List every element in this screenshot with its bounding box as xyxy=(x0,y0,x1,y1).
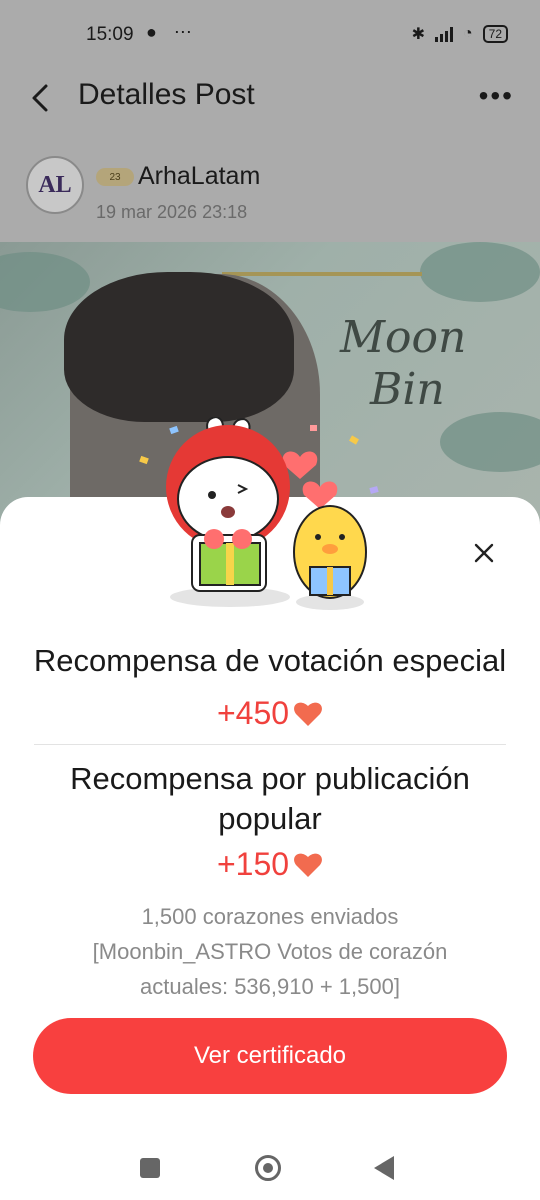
avatar[interactable]: AL xyxy=(26,156,84,214)
view-certificate-button[interactable]: Ver certificado xyxy=(33,1018,507,1094)
gold-line-decoration xyxy=(222,272,422,276)
leaf-decoration xyxy=(0,252,90,312)
app-header: Detalles Post ••• xyxy=(0,70,540,130)
post-date: 19 mar 2026 23:18 xyxy=(96,202,248,222)
signal-icon xyxy=(434,26,453,42)
post-author: AL 23 ArhaLatam 19 mar 2026 23:18 xyxy=(0,150,540,230)
heart-icon xyxy=(294,853,322,877)
special-vote-reward-title: Recompensa de votación especial xyxy=(33,643,507,678)
notification-icons: ● ⋯ xyxy=(146,22,198,42)
popular-post-title-line-1: Recompensa por publicación xyxy=(70,761,470,796)
popular-post-reward-amount: +150 xyxy=(0,846,540,883)
battery-icon: 72 xyxy=(482,25,508,43)
rank-badge: 23 xyxy=(96,168,134,186)
image-script-text: Moon Bin xyxy=(340,312,466,416)
script-line-2: Bin xyxy=(370,364,445,415)
info-line-3: actuales: 536,910 + 1,500] xyxy=(140,974,400,999)
status-indicators: ✱ ◔ 72 xyxy=(412,24,508,44)
reward-amount-value: +150 xyxy=(216,846,290,882)
more-dots-icon[interactable]: ••• xyxy=(479,80,514,112)
recents-icon[interactable] xyxy=(140,1158,160,1178)
special-vote-reward-amount: +450 xyxy=(0,695,540,732)
popular-post-reward-title: Recompensa por publicación popular xyxy=(0,759,540,839)
page-title: Detalles Post xyxy=(78,78,255,111)
system-nav-bar xyxy=(0,1130,540,1200)
portrait-hair xyxy=(64,272,294,422)
leaf-decoration xyxy=(440,412,540,472)
back-arrow-icon[interactable] xyxy=(26,78,56,118)
reward-sheet: Recompensa de votación especial +450 Rec… xyxy=(0,417,540,1200)
author-name[interactable]: ArhaLatam xyxy=(138,162,260,191)
home-icon[interactable] xyxy=(255,1155,281,1181)
wifi-icon: ◔ xyxy=(462,25,473,42)
mascot-illustration xyxy=(139,417,379,610)
hearts-sent-info: 1,500 corazones enviados [Moonbin_ASTRO … xyxy=(40,899,500,1004)
status-time: 15:09 xyxy=(86,24,134,45)
divider xyxy=(34,744,506,745)
popular-post-title-line-2: popular xyxy=(218,801,322,836)
info-line-1: 1,500 corazones enviados xyxy=(141,904,399,929)
nav-back-icon[interactable] xyxy=(374,1156,394,1180)
status-bar: 15:09 ● ⋯ ✱ ◔ 72 xyxy=(0,0,540,70)
close-icon[interactable] xyxy=(472,541,496,565)
reward-amount-value: +450 xyxy=(216,695,290,731)
info-line-2: [Moonbin_ASTRO Votos de corazón xyxy=(92,939,448,964)
leaf-decoration xyxy=(420,242,540,302)
bluetooth-icon: ✱ xyxy=(411,26,425,43)
heart-icon xyxy=(294,702,322,726)
script-line-1: Moon xyxy=(340,312,467,363)
